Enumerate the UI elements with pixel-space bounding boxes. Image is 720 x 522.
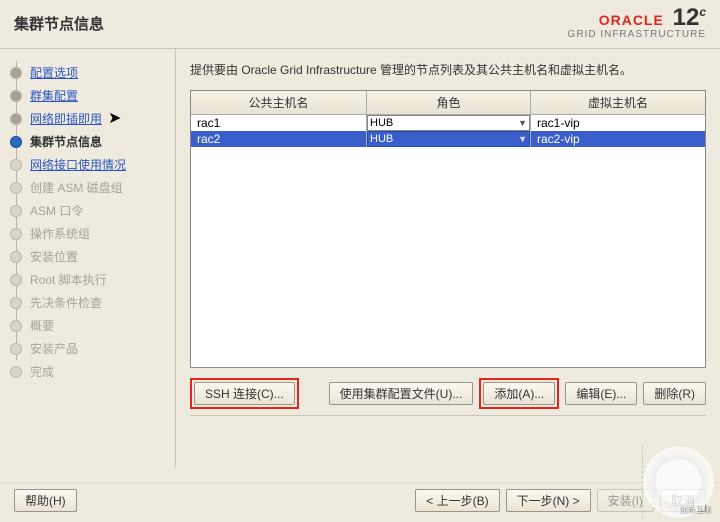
- step-plugnplay[interactable]: 网络即插即用: [30, 110, 102, 127]
- nodes-table[interactable]: 公共主机名 角色 虚拟主机名 rac1 HUB▼ rac1-vip rac2 H…: [190, 90, 706, 368]
- step-prereq: 先决条件检查: [30, 294, 102, 311]
- col-public-host: 公共主机名: [191, 91, 367, 114]
- content-area: 提供要由 Oracle Grid Infrastructure 管理的节点列表及…: [176, 49, 720, 467]
- highlight-box: SSH 连接(C)...: [190, 378, 299, 409]
- table-row[interactable]: rac2 HUB▼ rac2-vip: [191, 131, 705, 147]
- cell-role[interactable]: HUB▼: [367, 131, 531, 147]
- page-title: 集群节点信息: [14, 13, 104, 34]
- step-bullet-icon: [10, 297, 22, 309]
- step-bullet-icon: [10, 182, 22, 194]
- step-asm-pw: ASM 口令: [30, 202, 83, 219]
- step-bullet-icon: [10, 366, 22, 378]
- step-bullet-icon: [10, 90, 22, 102]
- step-bullet-icon: [10, 136, 22, 148]
- table-row[interactable]: rac1 HUB▼ rac1-vip: [191, 115, 705, 131]
- chevron-down-icon: ▼: [518, 118, 527, 128]
- step-net-interface[interactable]: 网络接口使用情况: [30, 156, 126, 173]
- step-bullet-icon: [10, 159, 22, 171]
- step-install-loc: 安装位置: [30, 248, 78, 265]
- cell-vip: rac2-vip: [531, 131, 705, 147]
- page-description: 提供要由 Oracle Grid Infrastructure 管理的节点列表及…: [190, 61, 706, 78]
- step-cluster-nodes: 集群节点信息: [30, 133, 102, 150]
- edit-node-button[interactable]: 编辑(E)...: [565, 382, 637, 405]
- step-bullet-icon: [10, 343, 22, 355]
- step-bullet-icon: [10, 228, 22, 240]
- help-button[interactable]: 帮助(H): [14, 489, 77, 512]
- brand-version: 12c: [673, 4, 706, 31]
- step-install: 安装产品: [30, 340, 78, 357]
- header: 集群节点信息 ORACLE 12c GRID INFRASTRUCTURE: [0, 0, 720, 49]
- add-node-button[interactable]: 添加(A)...: [483, 382, 555, 405]
- footer: 帮助(H) < 上一步(B) 下一步(N) > 安装(I) 取消: [0, 482, 720, 518]
- step-bullet-icon: [10, 274, 22, 286]
- brand-logo: ORACLE 12c GRID INFRASTRUCTURE: [568, 6, 706, 40]
- table-actions-row: SSH 连接(C)... 使用集群配置文件(U)... 添加(A)... 编辑(…: [190, 378, 706, 409]
- step-bullet-icon: [10, 113, 22, 125]
- chevron-down-icon: ▼: [518, 134, 527, 144]
- step-os-group: 操作系统组: [30, 225, 90, 242]
- step-bullet-icon: [10, 320, 22, 332]
- step-bullet-icon: [10, 251, 22, 263]
- ssh-connect-button[interactable]: SSH 连接(C)...: [194, 382, 295, 405]
- wizard-steps-sidebar: 配置选项 群集配置 网络即插即用 集群节点信息 网络接口使用情况 创建 ASM …: [0, 49, 176, 467]
- back-button[interactable]: < 上一步(B): [415, 489, 499, 512]
- col-role: 角色: [367, 91, 531, 114]
- main: 配置选项 群集配置 网络即插即用 集群节点信息 网络接口使用情况 创建 ASM …: [0, 49, 720, 467]
- step-summary: 概要: [30, 317, 54, 334]
- use-cluster-file-button[interactable]: 使用集群配置文件(U)...: [329, 382, 474, 405]
- col-vip: 虚拟主机名: [531, 91, 705, 114]
- watermark-logo: 创新互联: [642, 446, 714, 518]
- separator: [190, 415, 706, 416]
- cell-vip: rac1-vip: [531, 115, 705, 131]
- delete-node-button[interactable]: 删除(R): [643, 382, 706, 405]
- step-root-script: Root 脚本执行: [30, 271, 107, 288]
- table-header: 公共主机名 角色 虚拟主机名: [191, 91, 705, 115]
- cell-role[interactable]: HUB▼: [367, 115, 531, 131]
- cell-public: rac1: [191, 115, 367, 131]
- step-bullet-icon: [10, 205, 22, 217]
- cell-public: rac2: [191, 131, 367, 147]
- brand-sub: GRID INFRASTRUCTURE: [568, 30, 706, 40]
- step-bullet-icon: [10, 67, 22, 79]
- step-config-options[interactable]: 配置选项: [30, 64, 78, 81]
- step-asm-disk: 创建 ASM 磁盘组: [30, 179, 123, 196]
- step-finish: 完成: [30, 363, 54, 380]
- next-button[interactable]: 下一步(N) >: [506, 489, 591, 512]
- step-cluster-config[interactable]: 群集配置: [30, 87, 78, 104]
- brand-name: ORACLE: [599, 12, 664, 28]
- watermark-text: 创新互联: [680, 505, 712, 516]
- highlight-box: 添加(A)...: [479, 378, 559, 409]
